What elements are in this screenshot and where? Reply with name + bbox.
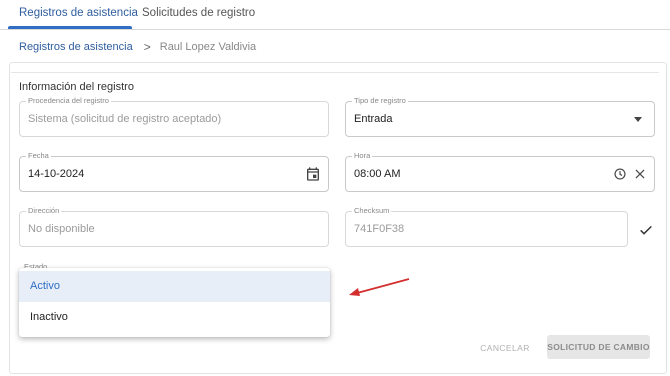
estado-dropdown-menu: Activo Inactivo (19, 268, 330, 337)
tab-solicitudes-de-registro[interactable]: Solicitudes de registro (142, 7, 255, 19)
close-icon[interactable] (633, 167, 647, 181)
checksum-field: Checksum 741F0F38 (345, 206, 628, 247)
breadcrumb: Registros de asistencia > Raul Lopez Val… (19, 40, 256, 54)
hora-label: Hora (352, 151, 373, 161)
active-tab-indicator (8, 26, 132, 29)
tab-bar: Registros de asistencia Solicitudes de r… (0, 0, 670, 30)
direccion-field: Dirección No disponible (19, 206, 329, 247)
fecha-label: Fecha (26, 151, 51, 161)
checkmark-icon (640, 225, 652, 235)
checksum-label: Checksum (352, 206, 392, 216)
card-divider (11, 72, 659, 73)
direccion-value: No disponible (28, 223, 95, 235)
annotation-arrow-icon (349, 278, 410, 296)
hora-value[interactable]: 08:00 AM (354, 168, 400, 180)
dropdown-option-activo[interactable]: Activo (19, 271, 330, 302)
breadcrumb-separator-icon: > (143, 40, 151, 54)
section-title: Información del registro (19, 81, 134, 93)
tab-registros-de-asistencia[interactable]: Registros de asistencia (19, 7, 138, 19)
tipo-registro-select[interactable]: Tipo de registro Entrada (345, 96, 655, 137)
direccion-label: Dirección (26, 206, 62, 216)
tipo-registro-label: Tipo de registro (352, 96, 408, 106)
fecha-value[interactable]: 14-10-2024 (28, 168, 84, 180)
clock-icon[interactable] (613, 167, 627, 181)
checksum-value: 741F0F38 (354, 223, 405, 235)
breadcrumb-link-registros[interactable]: Registros de asistencia (19, 41, 133, 53)
fecha-field[interactable]: Fecha 14-10-2024 (19, 151, 329, 192)
calendar-icon[interactable] (305, 166, 321, 182)
procedencia-value: Sistema (solicitud de registro aceptado) (28, 113, 222, 125)
cancel-button[interactable]: CANCELAR (475, 339, 535, 357)
tipo-registro-value: Entrada (354, 113, 393, 125)
chevron-down-icon[interactable] (634, 117, 642, 122)
change-request-button[interactable]: SOLICITUD DE CAMBIO (547, 335, 650, 359)
procedencia-field: Procedencia del registro Sistema (solici… (19, 96, 329, 137)
dropdown-option-inactivo[interactable]: Inactivo (19, 302, 330, 333)
procedencia-label: Procedencia del registro (26, 96, 111, 106)
breadcrumb-current: Raul Lopez Valdivia (159, 41, 257, 53)
hora-field[interactable]: Hora 08:00 AM (345, 151, 655, 192)
